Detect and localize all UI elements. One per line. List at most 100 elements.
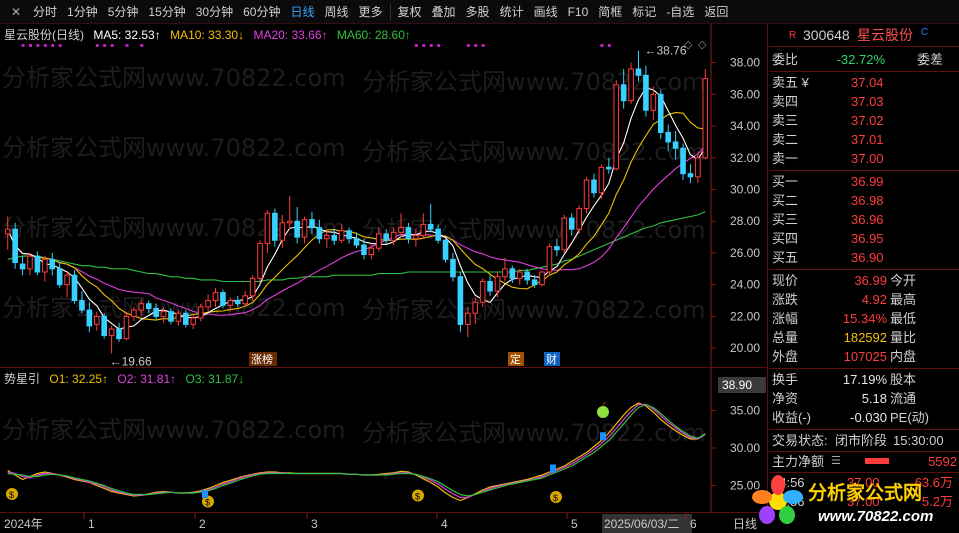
candle-body bbox=[687, 173, 694, 178]
refresh-icon: C bbox=[921, 27, 929, 38]
stat-value: 182592 bbox=[843, 330, 887, 345]
trade-status-row: 交易状态: 闭市阶段 15:30:00 bbox=[769, 431, 959, 450]
stat-row: 外盘 107025 内盘 bbox=[769, 347, 959, 366]
time-label: 2025/06/03/二 bbox=[604, 517, 679, 531]
y-tick-label: 20.00 bbox=[730, 341, 760, 355]
toolbar-item[interactable]: F10 bbox=[563, 0, 594, 24]
quote-header: R 300648 星云股份 C bbox=[769, 26, 959, 46]
stat-value: 36.99 bbox=[854, 273, 887, 288]
candle-body bbox=[331, 235, 338, 241]
main-net-menu-icon: ☰ bbox=[831, 455, 841, 467]
bid-label: 买三 bbox=[772, 212, 799, 227]
candle-body bbox=[606, 166, 612, 170]
cursor-value: 38.90 bbox=[722, 378, 752, 392]
candle-body bbox=[457, 276, 464, 325]
ask-row: 卖一 37.00 bbox=[769, 149, 959, 168]
signal-marker bbox=[474, 44, 478, 47]
stat-row: 现价 36.99 今开 bbox=[769, 271, 959, 290]
stat-label-2: 最高 bbox=[890, 292, 917, 307]
toolbar-item[interactable]: -自选 bbox=[661, 0, 699, 24]
candle-body bbox=[435, 228, 441, 241]
main-legend: 星云股份(日线) MA5: 32.53↑ MA10: 33.30↓ MA20: … bbox=[4, 26, 417, 43]
toolbar-item[interactable]: 复权 bbox=[393, 0, 427, 24]
toolbar-item[interactable]: 5分钟 bbox=[103, 0, 144, 24]
divider bbox=[769, 46, 959, 47]
toolbar-item[interactable]: 返回 bbox=[699, 0, 733, 24]
weibi-value: -32.72% bbox=[836, 52, 885, 67]
toolbar-item[interactable]: 日线 bbox=[285, 0, 319, 24]
trade-status-time: 15:30:00 bbox=[893, 433, 944, 448]
bid-label: 买二 bbox=[772, 193, 799, 208]
candle-body bbox=[479, 281, 486, 303]
toolbar-item[interactable]: 15分钟 bbox=[143, 0, 190, 24]
toolbar-item[interactable]: 标记 bbox=[627, 0, 661, 24]
toolbar-item[interactable]: 1分钟 bbox=[62, 0, 103, 24]
close-icon[interactable]: ✕ bbox=[9, 5, 23, 19]
candle-body bbox=[546, 246, 553, 273]
candle-body bbox=[264, 212, 271, 244]
main-kline-chart[interactable]: 分析家公式网www.70822.com 分析家公式网www.70822.com 分析… bbox=[0, 24, 768, 369]
watermark-text: 分析家公式网www.70822.com bbox=[2, 134, 346, 162]
toolbar-item[interactable]: 简框 bbox=[593, 0, 627, 24]
main-net-bar bbox=[865, 458, 889, 464]
candle-body bbox=[568, 217, 575, 230]
candle-body bbox=[212, 292, 219, 302]
toolbar-item[interactable]: 30分钟 bbox=[191, 0, 238, 24]
indicator-chart[interactable]: 分析家公式网www.70822.com 分析家公式网www.70822.com 25… bbox=[0, 368, 768, 512]
y-tick-label: 30.00 bbox=[730, 441, 760, 455]
candle-body bbox=[502, 268, 508, 278]
toolbar-item[interactable]: 周线 bbox=[319, 0, 353, 24]
main-legend-name: 星云股份(日线) bbox=[4, 28, 84, 42]
candle-body bbox=[665, 131, 671, 143]
bid-label: 买一 bbox=[772, 174, 799, 189]
candle-body bbox=[420, 223, 427, 237]
toolbar-item[interactable]: 叠加 bbox=[427, 0, 461, 24]
signal-marker bbox=[110, 44, 114, 47]
candle-body bbox=[524, 271, 530, 281]
toolbar-item[interactable]: 画线 bbox=[529, 0, 563, 24]
signal-marker bbox=[43, 44, 47, 47]
candle-body bbox=[672, 141, 679, 149]
toolbar-separator bbox=[389, 3, 391, 20]
toolbar-item[interactable]: 多股 bbox=[461, 0, 495, 24]
candle-body bbox=[286, 220, 293, 224]
candle-body bbox=[316, 227, 323, 240]
stat2-value: 17.19% bbox=[842, 372, 887, 387]
ask-price: 37.00 bbox=[851, 151, 884, 166]
time-axis-svg: 2024年 1 2 3 4 5 2025/06/03/二 6 日线 bbox=[4, 513, 757, 533]
ask-row: 卖四 37.03 bbox=[769, 92, 959, 111]
stock-code: 300648 bbox=[803, 27, 850, 43]
signal-marker bbox=[422, 44, 426, 47]
logo-flower-icon bbox=[752, 475, 803, 524]
legend-o1: O1: 32.25↑ bbox=[49, 372, 109, 386]
logo-title: 分析家公式网 bbox=[808, 481, 922, 504]
toolbar-item[interactable]: 统计 bbox=[495, 0, 529, 24]
watermark-text: 分析家公式网www.70822.com bbox=[2, 416, 346, 444]
candle-body bbox=[650, 93, 657, 111]
apple-stem bbox=[602, 401, 606, 407]
main-net-row[interactable]: 主力净额 ☰ 5592 bbox=[769, 452, 959, 471]
ask-row: 卖二 37.01 bbox=[769, 130, 959, 149]
time-label: 2024年 bbox=[4, 517, 43, 531]
toolbar-item[interactable]: 60分钟 bbox=[238, 0, 285, 24]
signal-marker bbox=[140, 44, 144, 47]
low-label: ←19.66 bbox=[110, 355, 152, 368]
quote-tag: R bbox=[789, 30, 797, 41]
candle-body bbox=[657, 93, 664, 133]
candle-body bbox=[427, 223, 434, 230]
stat-value: 15.34% bbox=[842, 311, 887, 326]
bid-label: 买五 bbox=[772, 250, 799, 265]
ask-price: 37.04 bbox=[851, 75, 884, 90]
toolbar-item[interactable]: 分时 bbox=[28, 0, 62, 24]
candle-body bbox=[309, 219, 315, 229]
toolbar-item[interactable]: 更多 bbox=[354, 0, 388, 24]
money-bag-glyph: $ bbox=[415, 492, 420, 502]
y-tick-label: 38.00 bbox=[730, 56, 760, 70]
ask-price: 37.01 bbox=[851, 132, 884, 147]
signal-marker bbox=[28, 44, 32, 47]
stat2-value: -0.030 bbox=[850, 410, 887, 425]
watermark-text: 分析家公式网www.70822.com bbox=[362, 138, 706, 166]
y-tick-label: 30.00 bbox=[730, 183, 760, 197]
legend-o3: O3: 31.87↓ bbox=[185, 372, 245, 386]
ask-row: 卖五 ¥ 37.04 bbox=[769, 73, 959, 92]
